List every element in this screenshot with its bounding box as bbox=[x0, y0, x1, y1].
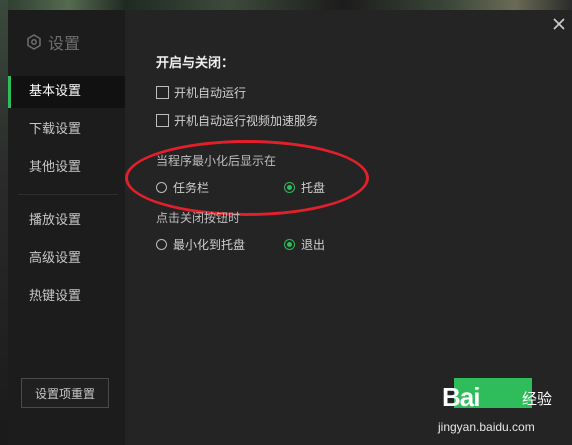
close-minimize-label: 最小化到托盘 bbox=[173, 238, 246, 252]
autostart-label: 开机自动运行 bbox=[174, 86, 247, 100]
section-title: 开启与关闭： bbox=[156, 56, 235, 71]
close-icon bbox=[553, 18, 565, 30]
autostart-accel-checkbox[interactable] bbox=[156, 114, 169, 127]
sidebar-divider bbox=[18, 194, 118, 195]
autostart-checkbox-row[interactable]: 开机自动运行 bbox=[156, 84, 246, 101]
baidu-watermark: Bai 经验 jingyan.baidu.com bbox=[434, 378, 572, 445]
close-exit-radio[interactable] bbox=[284, 239, 295, 250]
sidebar-item-other[interactable]: 其他设置 bbox=[8, 152, 125, 184]
watermark-url: jingyan.baidu.com bbox=[438, 420, 535, 434]
sidebar-item-hotkey[interactable]: 热键设置 bbox=[8, 281, 125, 313]
close-group-label: 点击关闭按钮时 bbox=[156, 211, 241, 225]
background-photo-edge bbox=[0, 0, 8, 445]
sidebar-item-download[interactable]: 下载设置 bbox=[8, 114, 125, 146]
settings-brand-label: 设置 bbox=[48, 34, 81, 53]
autostart-accel-label: 开机自动运行视频加速服务 bbox=[174, 114, 319, 128]
close-exit-label: 退出 bbox=[301, 238, 326, 252]
reset-settings-button[interactable]: 设置项重置 bbox=[21, 378, 109, 408]
sidebar-item-playback[interactable]: 播放设置 bbox=[8, 205, 125, 237]
close-exit-option[interactable]: 退出 bbox=[284, 236, 325, 253]
sidebar-item-basic[interactable]: 基本设置 bbox=[8, 76, 125, 108]
watermark-brand-suffix: 经验 bbox=[522, 390, 553, 408]
close-minimize-to-tray-option[interactable]: 最小化到托盘 bbox=[156, 236, 245, 253]
settings-brand: 设置 bbox=[26, 30, 80, 54]
hexagon-gear-icon bbox=[27, 34, 41, 50]
annotation-ellipse bbox=[125, 140, 369, 216]
close-button[interactable] bbox=[549, 14, 569, 34]
autostart-accel-checkbox-row[interactable]: 开机自动运行视频加速服务 bbox=[156, 112, 318, 129]
settings-sidebar: 设置 基本设置 下载设置 其他设置 播放设置 高级设置 热键设置 设置项重置 bbox=[8, 10, 125, 445]
close-minimize-radio[interactable] bbox=[156, 239, 167, 250]
watermark-brand: Bai bbox=[442, 382, 480, 412]
sidebar-item-advanced[interactable]: 高级设置 bbox=[8, 243, 125, 275]
autostart-checkbox[interactable] bbox=[156, 86, 169, 99]
